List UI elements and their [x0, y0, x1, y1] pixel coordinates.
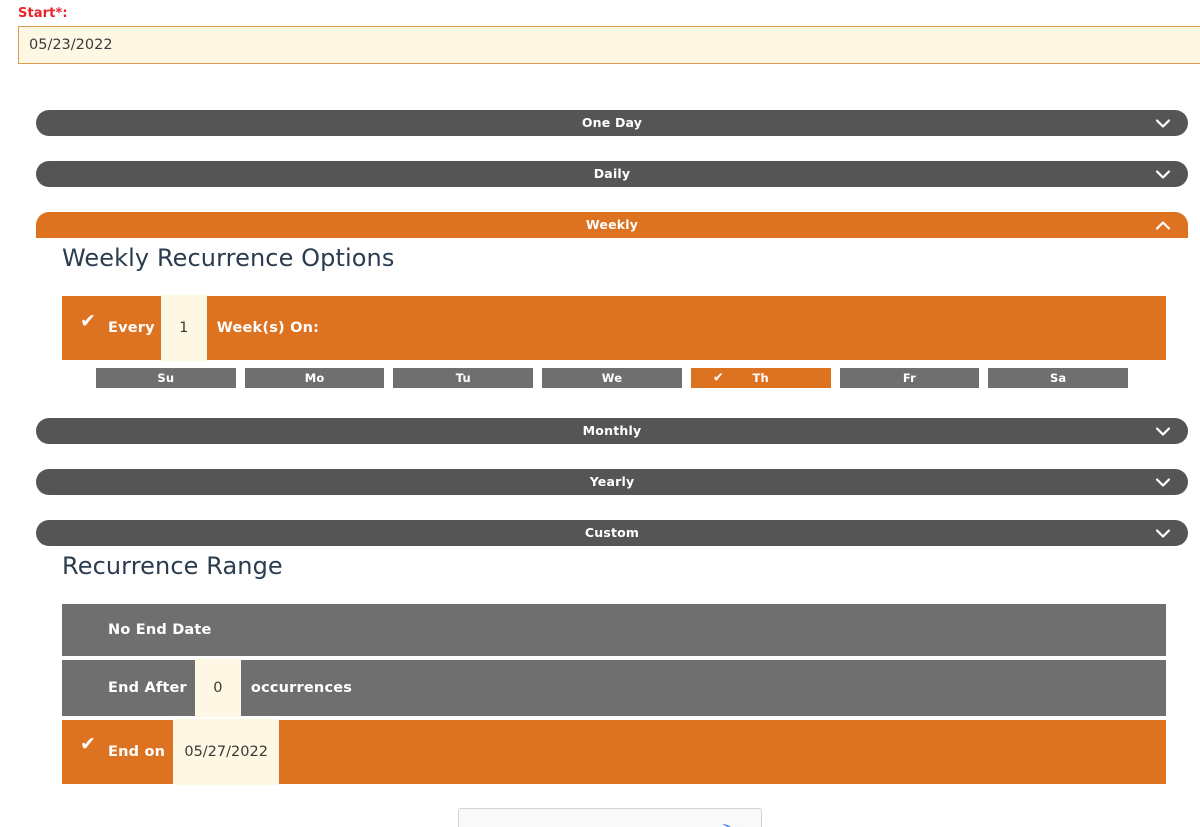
weekly-interval-input[interactable]: 1 [160, 295, 207, 361]
chevron-up-icon[interactable] [1156, 218, 1170, 232]
check-icon: ✔ [712, 370, 724, 386]
weekly-every-prefix-label: Every [108, 320, 155, 336]
weekday-label: Su [157, 371, 175, 385]
accordion-custom[interactable]: Custom [36, 520, 1188, 546]
recaptcha-icon [705, 821, 739, 827]
end-on-date-input[interactable]: 05/27/2022 [173, 719, 280, 785]
weekly-recurrence-heading: Weekly Recurrence Options [62, 244, 395, 272]
chevron-down-icon[interactable] [1156, 526, 1170, 540]
accordion-yearly-label: Yearly [589, 473, 635, 489]
end-after-suffix-label: occurrences [250, 680, 353, 696]
weekday-button-th[interactable]: ✔ Th [690, 368, 831, 388]
start-date-input[interactable]: 05/23/2022 [18, 26, 1200, 64]
check-icon: ✔ [80, 309, 96, 332]
recurrence-form-page: Start*: 05/23/2022 One Day Daily Weekly … [0, 0, 1200, 827]
end-on-label: End on [108, 744, 166, 760]
weekday-label: We [601, 371, 623, 385]
weekday-button-mo[interactable]: Mo [244, 368, 385, 388]
weekday-label: Tu [455, 371, 471, 385]
accordion-daily[interactable]: Daily [36, 161, 1188, 187]
range-option-no-end-date[interactable]: No End Date [62, 604, 1166, 656]
weekday-button-tu[interactable]: Tu [393, 368, 534, 388]
range-option-end-on[interactable]: ✔ End on 05/27/2022 [62, 719, 1166, 785]
weekday-label: Fr [902, 371, 917, 385]
chevron-down-icon[interactable] [1156, 167, 1170, 181]
range-option-end-after[interactable]: End After 0 occurrences [62, 659, 1166, 717]
accordion-custom-label: Custom [584, 524, 640, 540]
no-end-date-label: No End Date [108, 622, 212, 638]
weekday-button-sa[interactable]: Sa [988, 368, 1129, 388]
weekday-label: Mo [304, 371, 325, 385]
end-after-label: End After [108, 680, 187, 696]
check-icon: ✔ [80, 732, 96, 755]
accordion-yearly[interactable]: Yearly [36, 469, 1188, 495]
end-after-occurrences-input[interactable]: 0 [194, 659, 241, 717]
accordion-monthly[interactable]: Monthly [36, 418, 1188, 444]
weekly-every-suffix-label: Week(s) On: [216, 320, 320, 336]
weekday-selector: Su Mo Tu We ✔ Th Fr Sa [96, 368, 1129, 388]
weekday-label: Th [752, 371, 769, 385]
recurrence-range-heading: Recurrence Range [62, 552, 283, 580]
recaptcha-widget[interactable] [458, 808, 762, 827]
weekday-label: Sa [1049, 371, 1067, 385]
weekday-button-fr[interactable]: Fr [839, 368, 980, 388]
chevron-down-icon[interactable] [1156, 116, 1170, 130]
accordion-daily-label: Daily [593, 165, 631, 181]
accordion-weekly[interactable]: Weekly [36, 212, 1188, 238]
weekday-button-we[interactable]: We [542, 368, 682, 388]
weekly-every-row[interactable]: ✔ Every 1 Week(s) On: [62, 295, 1166, 361]
chevron-down-icon[interactable] [1156, 424, 1170, 438]
start-date-label: Start*: [18, 6, 68, 21]
accordion-weekly-label: Weekly [585, 216, 639, 232]
weekday-button-su[interactable]: Su [96, 368, 236, 388]
accordion-one-day[interactable]: One Day [36, 110, 1188, 136]
accordion-monthly-label: Monthly [582, 422, 642, 438]
accordion-one-day-label: One Day [581, 114, 643, 130]
chevron-down-icon[interactable] [1156, 475, 1170, 489]
